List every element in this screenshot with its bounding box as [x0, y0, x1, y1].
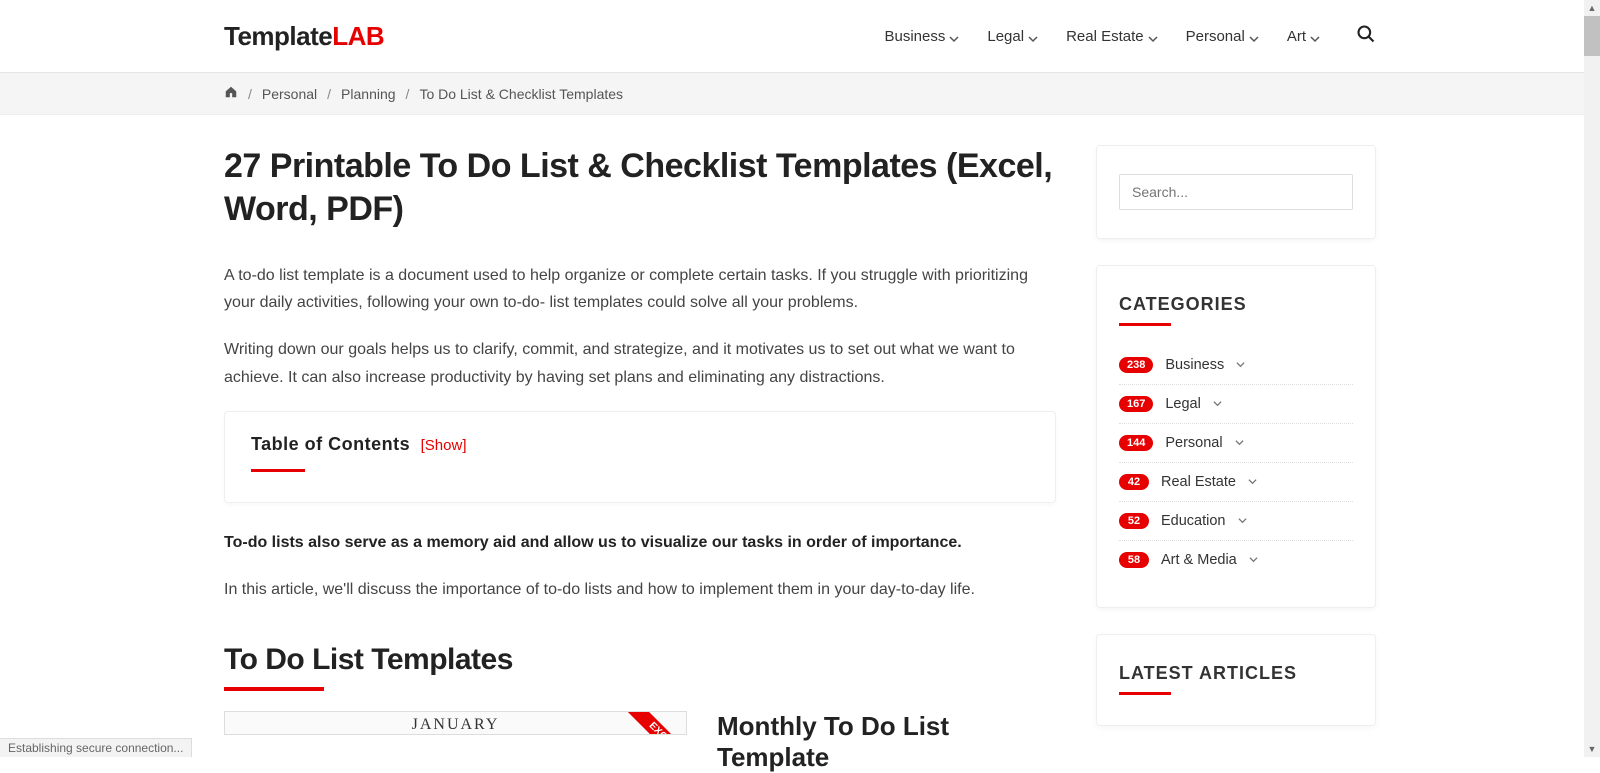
chevron-down-icon [1248, 474, 1257, 490]
nav-personal[interactable]: Personal [1186, 28, 1259, 45]
category-education[interactable]: 52 Education [1119, 502, 1353, 541]
breadcrumb-bar: / Personal / Planning / To Do List & Che… [0, 73, 1600, 115]
category-business[interactable]: 238 Business [1119, 346, 1353, 385]
nav-real-estate[interactable]: Real Estate [1066, 28, 1158, 45]
scroll-up-arrow[interactable]: ▲ [1584, 0, 1600, 16]
chevron-down-icon [1213, 396, 1222, 412]
nav-legal[interactable]: Legal [987, 28, 1038, 45]
logo-part1: Template [224, 21, 332, 51]
chevron-down-icon [1028, 31, 1038, 41]
category-art-media[interactable]: 58 Art & Media [1119, 541, 1353, 579]
scroll-thumb[interactable] [1584, 16, 1600, 56]
ribbon-label: EXCL [619, 712, 686, 735]
table-of-contents: Table of Contents [Show] [224, 411, 1056, 503]
breadcrumb-sep: / [406, 86, 410, 102]
category-label: Real Estate [1161, 474, 1236, 490]
intro-paragraph-1: A to-do list template is a document used… [224, 262, 1056, 316]
category-list: 238 Business 167 Legal 144 Personal 42 R… [1119, 346, 1353, 579]
logo-part2: LAB [332, 21, 384, 51]
breadcrumb-sep: / [248, 86, 252, 102]
categories-box: CATEGORIES 238 Business 167 Legal 144 Pe… [1096, 265, 1376, 608]
count-badge: 42 [1119, 474, 1149, 490]
breadcrumb-personal[interactable]: Personal [262, 86, 317, 102]
chevron-down-icon [1310, 31, 1320, 41]
search-box [1096, 145, 1376, 239]
nav-label: Art [1287, 28, 1306, 45]
search-icon[interactable] [1356, 24, 1376, 49]
sidebar: CATEGORIES 238 Business 167 Legal 144 Pe… [1096, 145, 1376, 773]
nav-label: Business [885, 28, 946, 45]
site-header: TemplateLAB Business Legal Real Estate P… [0, 0, 1600, 73]
section-heading: To Do List Templates [224, 643, 1056, 677]
emphasis-paragraph: To-do lists also serve as a memory aid a… [224, 529, 1056, 556]
template-title[interactable]: Monthly To Do List Template [717, 711, 1056, 773]
main-nav: Business Legal Real Estate Personal Art [885, 24, 1377, 49]
latest-articles-box: LATEST ARTICLES [1096, 634, 1376, 726]
sidebar-search-input[interactable] [1119, 174, 1353, 210]
latest-title: LATEST ARTICLES [1119, 663, 1353, 684]
count-badge: 144 [1119, 435, 1153, 451]
toc-show-toggle[interactable]: [Show] [421, 437, 467, 454]
chevron-down-icon [949, 31, 959, 41]
scroll-down-arrow[interactable]: ▼ [1584, 741, 1600, 757]
count-badge: 238 [1119, 357, 1153, 373]
title-underline [1119, 323, 1171, 326]
browser-status-bar: Establishing secure connection... [0, 738, 192, 757]
breadcrumb-current: To Do List & Checklist Templates [419, 86, 623, 102]
count-badge: 167 [1119, 396, 1153, 412]
category-label: Personal [1165, 435, 1222, 451]
toc-underline [251, 469, 305, 472]
template-thumbnail[interactable]: JANUARY EXCL [224, 711, 687, 735]
category-personal[interactable]: 144 Personal [1119, 424, 1353, 463]
count-badge: 52 [1119, 513, 1149, 529]
categories-title: CATEGORIES [1119, 294, 1353, 315]
chevron-down-icon [1236, 357, 1245, 373]
count-badge: 58 [1119, 552, 1149, 568]
chevron-down-icon [1235, 435, 1244, 451]
breadcrumb-planning[interactable]: Planning [341, 86, 396, 102]
chevron-down-icon [1238, 513, 1247, 529]
site-logo[interactable]: TemplateLAB [224, 21, 384, 52]
category-label: Business [1165, 357, 1224, 373]
nav-label: Legal [987, 28, 1024, 45]
category-legal[interactable]: 167 Legal [1119, 385, 1353, 424]
heading-underline [224, 687, 324, 691]
exclusive-ribbon: EXCL [616, 712, 686, 735]
intro-paragraph-4: In this article, we'll discuss the impor… [224, 576, 1056, 603]
breadcrumb: / Personal / Planning / To Do List & Che… [220, 73, 1380, 114]
breadcrumb-sep: / [327, 86, 331, 102]
scrollbar[interactable]: ▲ ▼ [1584, 0, 1600, 757]
category-real-estate[interactable]: 42 Real Estate [1119, 463, 1353, 502]
chevron-down-icon [1249, 552, 1258, 568]
nav-art[interactable]: Art [1287, 28, 1320, 45]
title-underline [1119, 692, 1171, 695]
template-row: JANUARY EXCL Monthly To Do List Template [224, 711, 1056, 773]
nav-business[interactable]: Business [885, 28, 960, 45]
category-label: Art & Media [1161, 552, 1237, 568]
home-icon[interactable] [224, 85, 238, 102]
category-label: Legal [1165, 396, 1200, 412]
main-content: 27 Printable To Do List & Checklist Temp… [224, 145, 1056, 773]
nav-label: Personal [1186, 28, 1245, 45]
toc-title: Table of Contents [251, 434, 410, 454]
category-label: Education [1161, 513, 1226, 529]
nav-label: Real Estate [1066, 28, 1144, 45]
intro-paragraph-2: Writing down our goals helps us to clari… [224, 336, 1056, 390]
page-title: 27 Printable To Do List & Checklist Temp… [224, 145, 1056, 230]
chevron-down-icon [1249, 31, 1259, 41]
chevron-down-icon [1148, 31, 1158, 41]
